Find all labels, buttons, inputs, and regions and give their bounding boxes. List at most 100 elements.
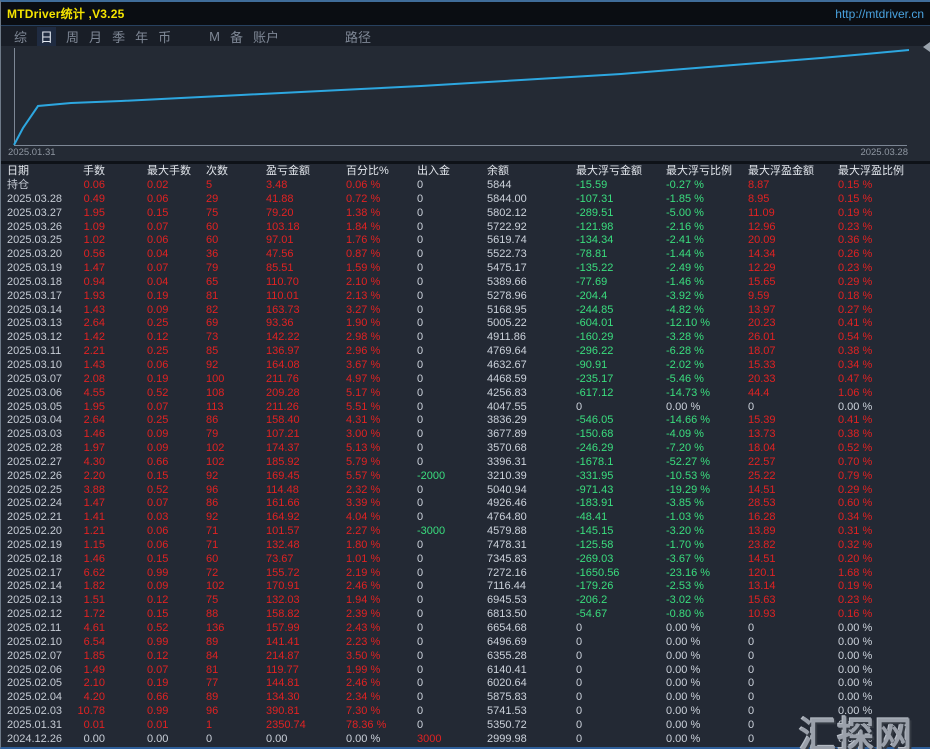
cell-6: 0: [417, 594, 424, 607]
table-row[interactable]: 2025.02.10 6.54 0.99 89 141.41 2.23 % 0 6496.69…: [1, 636, 930, 650]
cell-0: 2025.02.04: [7, 691, 63, 704]
table-row[interactable]: 2025.02.13 1.51 0.12 75 132.03 1.94 % 0 6945.53…: [1, 594, 930, 608]
cell-11: 0.32 %: [838, 538, 873, 551]
cell-7: 7345.83: [487, 552, 527, 565]
table-row[interactable]: 2025.03.03 1.46 0.09 79 107.21 3.00 % 0 3677.89…: [1, 428, 930, 442]
cell-3: 1: [206, 718, 213, 731]
cell-2: 0.99: [147, 705, 169, 718]
table-row[interactable]: 2025.02.14 1.82 0.09 102 170.91 2.46 % 0 7116.4…: [1, 580, 930, 594]
cell-6: 0: [417, 608, 424, 621]
cell-8: -145.15: [576, 525, 614, 538]
table-row[interactable]: 2025.02.17 6.62 0.99 72 155.72 2.19 % 0 7272.16…: [1, 567, 930, 581]
table-row[interactable]: 2025.02.27 4.30 0.66 102 185.92 5.79 % 0 3396.3…: [1, 456, 930, 470]
table-row[interactable]: 2024.12.26 0.00 0.00 0 0.00 0.00 % 3000 2999.98…: [1, 733, 930, 747]
table-row[interactable]: 2025.02.05 2.10 0.19 77 144.81 2.46 % 0 6020.64…: [1, 677, 930, 691]
col-header-10: 最大浮盈金额: [748, 164, 814, 177]
table-row[interactable]: 2025.03.14 1.43 0.09 82 163.73 3.27 % 0 5168.95…: [1, 304, 930, 318]
table-row[interactable]: 2025.03.07 2.08 0.19 100 211.76 4.97 % 0 4468.5…: [1, 373, 930, 387]
cell-0: 2025.02.18: [7, 552, 63, 565]
cell-11: 1.68 %: [838, 566, 873, 579]
table-row[interactable]: 2025.03.25 1.02 0.06 60 97.01 1.76 % 0 5619.74 -…: [1, 234, 930, 248]
table-row[interactable]: 2025.03.18 0.94 0.04 65 110.70 2.10 % 0 5389.66…: [1, 276, 930, 290]
cell-10: 8.95: [748, 192, 770, 205]
table-row[interactable]: 2025.03.11 2.21 0.25 85 136.97 2.96 % 0 4769.64…: [1, 345, 930, 359]
cell-11: 0.00 %: [838, 663, 873, 676]
cell-10: 23.82: [748, 538, 776, 551]
cell-9: -1.46 %: [666, 275, 704, 288]
table-row[interactable]: 2025.02.07 1.85 0.12 84 214.87 3.50 % 0 6355.28…: [1, 650, 930, 664]
cell-7: 6020.64: [487, 677, 527, 690]
table-row[interactable]: 2025.02.25 3.88 0.52 96 114.48 2.32 % 0 5040.94…: [1, 484, 930, 498]
cell-5: 0.87 %: [346, 248, 381, 261]
table-row[interactable]: 2025.02.19 1.15 0.06 71 132.48 1.80 % 0 7478.31…: [1, 539, 930, 553]
axis-end-date: 2025.03.28: [860, 147, 908, 158]
cell-8: -1678.1: [576, 455, 614, 468]
table-row[interactable]: 2025.03.04 2.64 0.25 86 158.40 4.31 % 0 3836.29…: [1, 414, 930, 428]
table-row[interactable]: 2025.03.19 1.47 0.07 79 85.51 1.59 % 0 5475.17 -…: [1, 262, 930, 276]
table-row[interactable]: 2025.02.21 1.41 0.03 92 164.92 4.04 % 0 4764.80…: [1, 511, 930, 525]
table-row[interactable]: 2025.03.27 1.95 0.15 75 79.20 1.38 % 0 5802.12 -…: [1, 207, 930, 221]
cell-3: 79: [206, 428, 219, 441]
cell-5: 0.00 %: [346, 732, 381, 745]
table-row[interactable]: 2025.02.26 2.20 0.15 92 169.45 5.57 % -2000 321…: [1, 470, 930, 484]
cell-11: 0.00 %: [838, 732, 873, 745]
menu-item-currency[interactable]: 币: [158, 27, 171, 46]
cell-8: 0: [576, 400, 583, 413]
cell-3: 81: [206, 289, 219, 302]
cell-5: 5.79 %: [346, 455, 381, 468]
cell-6: 0: [417, 248, 424, 261]
cell-1: 1.95: [83, 206, 105, 219]
table-row[interactable]: 2025.03.20 0.56 0.04 36 47.56 0.87 % 0 5522.73 -…: [1, 248, 930, 262]
table-row[interactable]: 2025.02.20 1.21 0.06 71 101.57 2.27 % -3000 457…: [1, 525, 930, 539]
table-row[interactable]: 2025.02.04 4.20 0.66 89 134.30 2.34 % 0 5875.83…: [1, 691, 930, 705]
table-row[interactable]: 2025.02.03 10.78 0.99 96 390.81 7.30 % 0 5741.5…: [1, 705, 930, 719]
cell-5: 3.50 %: [346, 649, 381, 662]
cell-10: 11.09: [748, 206, 775, 219]
table-row[interactable]: 2025.02.18 1.46 0.15 60 73.67 1.01 % 0 7345.83 -…: [1, 553, 930, 567]
table-row[interactable]: 2025.03.12 1.42 0.12 73 142.22 2.98 % 0 4911.86…: [1, 331, 930, 345]
menu-item-m[interactable]: M: [209, 29, 220, 44]
cell-1: 6.54: [83, 635, 105, 648]
table-row[interactable]: 持仓 0.06 0.02 5 3.48 0.06 % 0 5844 -15.59 -0.27 % 8…: [1, 179, 930, 193]
cell-10: 14.51: [748, 483, 776, 496]
cell-11: 0.47 %: [838, 372, 873, 385]
menu-item-daily[interactable]: 日: [37, 26, 57, 46]
menu-item-weekly[interactable]: 周: [66, 27, 79, 46]
cell-5: 2.13 %: [346, 289, 381, 302]
table-row[interactable]: 2025.03.17 1.93 0.19 81 110.01 2.13 % 0 5278.96…: [1, 290, 930, 304]
cell-6: 0: [417, 691, 424, 704]
cell-0: 2025.03.18: [7, 275, 63, 288]
menu-item-quarterly[interactable]: 季: [112, 27, 125, 46]
splitter-arrow-icon[interactable]: [923, 42, 930, 52]
menu-item-summary[interactable]: 综: [14, 27, 27, 46]
site-url-link[interactable]: http://mtdriver.cn: [835, 7, 924, 21]
cell-0: 2025.02.25: [7, 483, 63, 496]
table-row[interactable]: 2025.03.28 0.49 0.06 29 41.88 0.72 % 0 5844.00 -…: [1, 193, 930, 207]
table-row[interactable]: 2025.02.12 1.72 0.15 88 158.82 2.39 % 0 6813.50…: [1, 608, 930, 622]
menu-item-account[interactable]: 账户: [253, 27, 279, 46]
cell-8: -15.59: [576, 179, 608, 192]
table-row[interactable]: 2025.03.05 1.95 0.07 113 211.26 5.51 % 0 4047.5…: [1, 401, 930, 415]
cell-3: 73: [206, 331, 219, 344]
cell-7: 6355.28: [487, 649, 527, 662]
table-row[interactable]: 2025.03.10 1.43 0.06 92 164.08 3.67 % 0 4632.67…: [1, 359, 930, 373]
cell-0: 2025.03.13: [7, 317, 63, 330]
table-row[interactable]: 2025.02.24 1.47 0.07 86 161.66 3.39 % 0 4926.46…: [1, 497, 930, 511]
cell-4: 73.67: [266, 552, 294, 565]
menu-item-backup[interactable]: 备: [230, 27, 243, 46]
menu-item-yearly[interactable]: 年: [135, 27, 148, 46]
cell-2: 0.15: [147, 552, 169, 565]
menu-item-monthly[interactable]: 月: [89, 27, 102, 46]
table-row[interactable]: 2025.02.06 1.49 0.07 81 119.77 1.99 % 0 6140.41…: [1, 664, 930, 678]
table-row[interactable]: 2025.03.26 1.09 0.07 60 103.18 1.84 % 0 5722.92…: [1, 221, 930, 235]
table-row[interactable]: 2025.02.28 1.97 0.09 102 174.37 5.13 % 0 3570.6…: [1, 442, 930, 456]
cell-6: 0: [417, 635, 424, 648]
table-row[interactable]: 2025.01.31 0.01 0.01 1 2350.74 78.36 % 0 5350.7…: [1, 719, 930, 733]
cell-6: 0: [417, 220, 424, 233]
cell-1: 1.49: [83, 663, 105, 676]
table-row[interactable]: 2025.03.13 2.64 0.25 69 93.36 1.90 % 0 5005.22 -…: [1, 317, 930, 331]
table-row[interactable]: 2025.02.11 4.61 0.52 136 157.99 2.43 % 0 6654.6…: [1, 622, 930, 636]
menu-item-path[interactable]: 路径: [345, 27, 371, 46]
table-row[interactable]: 2025.03.06 4.55 0.52 108 209.28 5.17 % 0 4256.8…: [1, 387, 930, 401]
cell-2: 0.09: [147, 442, 169, 455]
